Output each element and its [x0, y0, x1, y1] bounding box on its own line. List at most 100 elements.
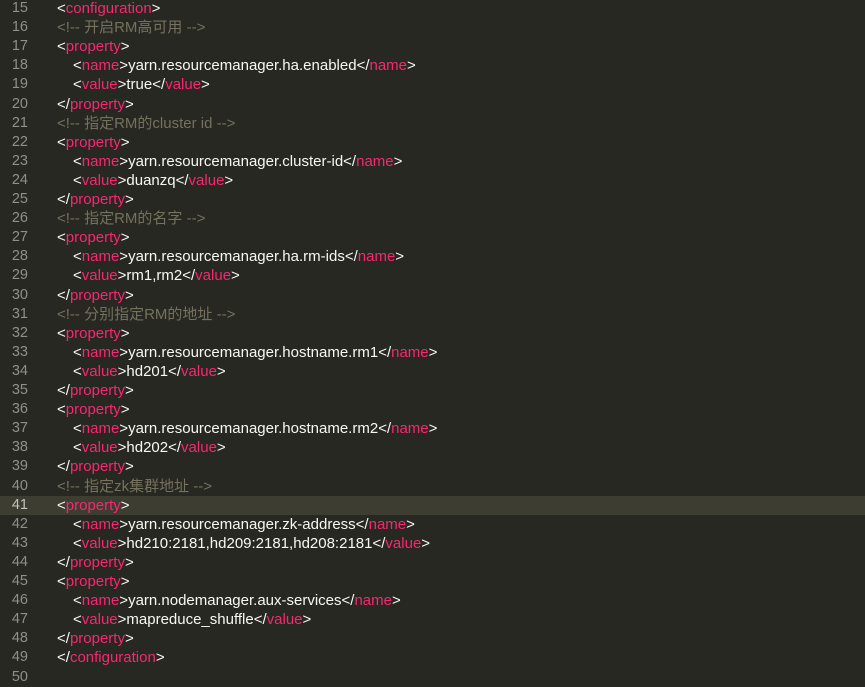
code-line[interactable]: 47 <value>mapreduce_shuffle</value>	[0, 610, 865, 629]
code-line[interactable]: 37 <name>yarn.resourcemanager.hostname.rm…	[0, 419, 865, 438]
tag-name: property	[69, 382, 125, 399]
code-line[interactable]: 23 <name>yarn.resourcemanager.cluster-id<…	[0, 152, 865, 171]
code-line[interactable]: 32 <property>	[0, 324, 865, 343]
code-line[interactable]: 31 <!-- 分别指定RM的地址 -->	[0, 305, 865, 324]
code-line[interactable]: 49 </configuration>	[0, 648, 865, 667]
line-number: 24	[11, 171, 28, 188]
code-line[interactable]: 45 <property>	[0, 572, 865, 591]
code-line[interactable]: 38 <value>hd202</value>	[0, 438, 865, 457]
tag-name: value	[81, 362, 118, 380]
code-line[interactable]: 17 <property>	[0, 37, 865, 56]
tag-name: property	[65, 38, 121, 56]
tag-name: name	[81, 343, 120, 361]
code-line[interactable]: 28 <name>yarn.resourcemanager.ha.rm-ids</…	[0, 247, 865, 266]
code-line[interactable]: 42 <name>yarn.resourcemanager.zk-address<…	[0, 515, 865, 534]
tag-name: property	[65, 573, 121, 590]
tag-bracket: <	[73, 362, 82, 380]
line-content: <name>yarn.resourcemanager.hostname.rm1<…	[57, 343, 437, 362]
code-line[interactable]: 48 </property>	[0, 629, 865, 648]
tag-name: name	[391, 343, 429, 361]
code-line[interactable]: 46 <name>yarn.nodemanager.aux-services</n…	[0, 591, 865, 610]
tag-bracket: <	[73, 534, 82, 552]
tag-bracket: </	[57, 458, 70, 476]
tag-bracket: <	[57, 0, 66, 17]
tag-bracket: </	[168, 362, 182, 380]
tag-bracket: </	[355, 515, 369, 533]
tag-name: value	[81, 267, 118, 285]
tag-bracket: >	[119, 343, 129, 361]
code-line[interactable]: 40 <!-- 指定zk集群地址 -->	[0, 477, 865, 496]
line-content: </property>	[57, 457, 134, 476]
line-content: <value>duanzq</value>	[57, 171, 233, 190]
tag-bracket: </	[343, 152, 357, 170]
tag-bracket: >	[119, 248, 129, 266]
code-line[interactable]: 16 <!-- 开启RM高可用 -->	[0, 18, 865, 37]
tag-bracket: <	[73, 248, 82, 266]
tag-bracket: >	[224, 171, 234, 189]
tag-name: name	[357, 248, 396, 266]
tag-bracket: >	[120, 133, 130, 151]
line-content: <!-- 指定RM的名字 -->	[57, 209, 205, 228]
tag-bracket: </	[378, 343, 392, 361]
code-line[interactable]: 34 <value>hd201</value>	[0, 362, 865, 381]
line-content: <value>rm1,rm2</value>	[57, 266, 240, 285]
line-number: 45	[11, 573, 28, 589]
line-number: 26	[11, 210, 28, 227]
line-number: 31	[11, 305, 28, 322]
code-line[interactable]: 35 </property>	[0, 381, 865, 400]
code-line[interactable]: 15 <configuration>	[0, 0, 865, 18]
element-value: hd210:2181,hd209:2181,hd208:2181	[126, 534, 373, 552]
tag-bracket: <	[73, 592, 82, 610]
code-line[interactable]: 19 <value>true</value>	[0, 75, 865, 94]
line-number: 19	[11, 76, 28, 93]
code-line[interactable]: 33 <name>yarn.resourcemanager.hostname.rm…	[0, 343, 865, 362]
code-line[interactable]: 22 <property>	[0, 133, 865, 152]
tag-name: property	[69, 286, 125, 304]
code-line[interactable]: 26 <!-- 指定RM的名字 -->	[0, 209, 865, 228]
tag-bracket: </	[57, 553, 70, 571]
tag-bracket: >	[124, 286, 134, 304]
code-line[interactable]: 43 <value>hd210:2181,hd209:2181,hd208:218…	[0, 534, 865, 553]
code-line[interactable]: 24 <value>duanzq</value>	[0, 171, 865, 190]
code-editor[interactable]: 15 <configuration> 16 <!-- 开启RM高可用 --> 17 <pr…	[0, 0, 865, 685]
tag-bracket: >	[120, 573, 130, 590]
element-value: hd201	[126, 362, 169, 380]
tag-bracket: >	[428, 420, 438, 438]
line-number: 43	[11, 534, 28, 551]
tag-bracket: </	[168, 439, 182, 457]
tag-bracket: >	[120, 229, 130, 247]
tag-bracket: <	[73, 515, 82, 533]
line-number: 37	[11, 420, 28, 437]
element-value: yarn.resourcemanager.cluster-id	[128, 152, 344, 170]
code-line[interactable]: 20 </property>	[0, 95, 865, 114]
code-line[interactable]: 41 <property>	[0, 495, 865, 515]
code-line[interactable]: 27 <property>	[0, 228, 865, 247]
line-number: 39	[11, 458, 28, 475]
tag-name: property	[65, 133, 121, 151]
code-line[interactable]: 25 </property>	[0, 190, 865, 209]
line-content: <property>	[57, 133, 130, 152]
line-number: 48	[11, 630, 28, 647]
tag-bracket: >	[393, 152, 403, 170]
tag-bracket: <	[73, 171, 82, 189]
code-line[interactable]: 30 </property>	[0, 286, 865, 305]
code-line[interactable]: 36 <property>	[0, 400, 865, 419]
line-number: 47	[11, 611, 28, 628]
tag-bracket: <	[73, 152, 82, 170]
tag-bracket: >	[119, 515, 129, 533]
code-line[interactable]: 21 <!-- 指定RM的cluster id -->	[0, 114, 865, 133]
code-line[interactable]: 29 <value>rm1,rm2</value>	[0, 266, 865, 285]
tag-name: value	[195, 267, 232, 285]
tag-bracket: </	[57, 286, 70, 304]
line-number: 30	[11, 286, 28, 303]
line-content: </property>	[57, 190, 134, 209]
line-content: </property>	[57, 381, 134, 400]
code-line[interactable]: 39 </property>	[0, 457, 865, 476]
tag-bracket: </	[175, 171, 189, 189]
code-line[interactable]: 50	[0, 668, 865, 687]
tag-bracket: <	[57, 229, 66, 247]
line-content: <property>	[57, 572, 130, 591]
code-line[interactable]: 18 <name>yarn.resourcemanager.ha.enabled<…	[0, 56, 865, 75]
code-line[interactable]: 44 </property>	[0, 553, 865, 572]
tag-name: value	[81, 439, 118, 457]
